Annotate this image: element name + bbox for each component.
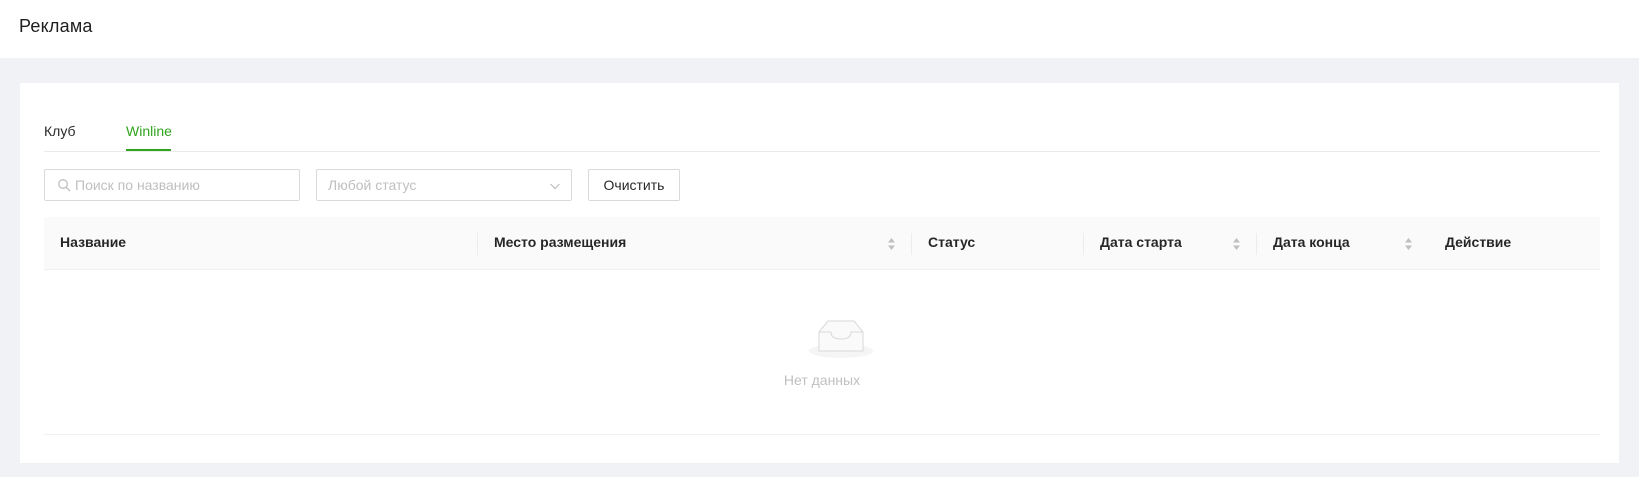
empty-inbox-icon: [809, 320, 873, 358]
active-tab-indicator: [126, 149, 171, 151]
sort-icon[interactable]: [887, 237, 896, 251]
table-header: Название Место размещения Статус Дата ст…: [44, 217, 1600, 270]
column-name: Название: [44, 217, 478, 270]
column-header-label: Дата старта: [1100, 234, 1182, 250]
chevron-down-icon: [550, 183, 560, 190]
tab-club[interactable]: Клуб: [44, 122, 76, 140]
column-start-date[interactable]: Дата старта: [1084, 217, 1257, 270]
empty-text: Нет данных: [783, 372, 861, 388]
tabs-bar: Клуб Winline: [44, 83, 1600, 152]
column-header-label: Место размещения: [494, 234, 627, 250]
clear-button[interactable]: Очистить: [588, 169, 680, 201]
page-header: Реклама: [0, 0, 1639, 58]
search-input[interactable]: Поиск по названию: [44, 169, 300, 201]
search-placeholder: Поиск по названию: [75, 177, 200, 193]
tab-winline[interactable]: Winline: [126, 122, 172, 140]
column-end-date[interactable]: Дата конца: [1257, 217, 1429, 270]
column-header-label: Название: [60, 234, 127, 250]
column-placement[interactable]: Место размещения: [478, 217, 912, 270]
column-header-label: Дата конца: [1273, 234, 1350, 250]
column-status: Статус: [912, 217, 1084, 270]
sort-icon[interactable]: [1404, 237, 1413, 251]
page-title: Реклама: [19, 16, 93, 36]
status-placeholder: Любой статус: [328, 177, 417, 193]
table-empty-state: Нет данных: [44, 270, 1600, 435]
column-header-label: Действие: [1445, 234, 1512, 250]
status-select[interactable]: Любой статус: [316, 169, 572, 201]
content-card: Клуб Winline Поиск по названию Любой ста…: [20, 83, 1619, 463]
column-header-label: Статус: [928, 234, 976, 250]
search-icon: [58, 179, 71, 192]
sort-icon[interactable]: [1232, 237, 1241, 251]
column-action: Действие: [1429, 217, 1600, 270]
